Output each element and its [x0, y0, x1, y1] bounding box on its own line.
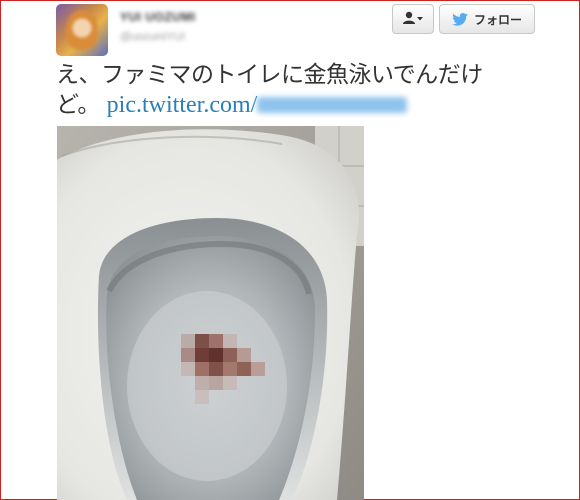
tweet-text-line-2-text: ど。	[56, 92, 100, 118]
follow-button[interactable]: フォロー	[439, 4, 535, 34]
photo-link-redacted	[257, 97, 408, 113]
twitter-bird-icon	[452, 12, 468, 26]
user-handle[interactable]: @uozumiYUI	[120, 31, 185, 43]
person-icon	[402, 11, 424, 28]
photo-link-text: pic.twitter.com/	[106, 92, 258, 118]
user-actions-button[interactable]	[392, 4, 434, 34]
tweet-photo[interactable]	[57, 126, 364, 500]
user-name[interactable]: YUI UOZUMI	[120, 10, 196, 24]
follow-label: フォロー	[473, 12, 522, 27]
tweet-text-line-2: ど。 pic.twitter.com/	[56, 90, 556, 120]
tweet-text-line-1: え、ファミマのトイレに金魚泳いでんだけ	[56, 62, 483, 88]
avatar-image	[66, 10, 98, 50]
photo-link[interactable]: pic.twitter.com/	[107, 92, 408, 118]
toilet-photo	[57, 126, 364, 500]
tweet-text: え、ファミマのトイレに金魚泳いでんだけ ど。 pic.twitter.com/	[56, 60, 556, 120]
user-avatar[interactable]	[56, 4, 108, 56]
